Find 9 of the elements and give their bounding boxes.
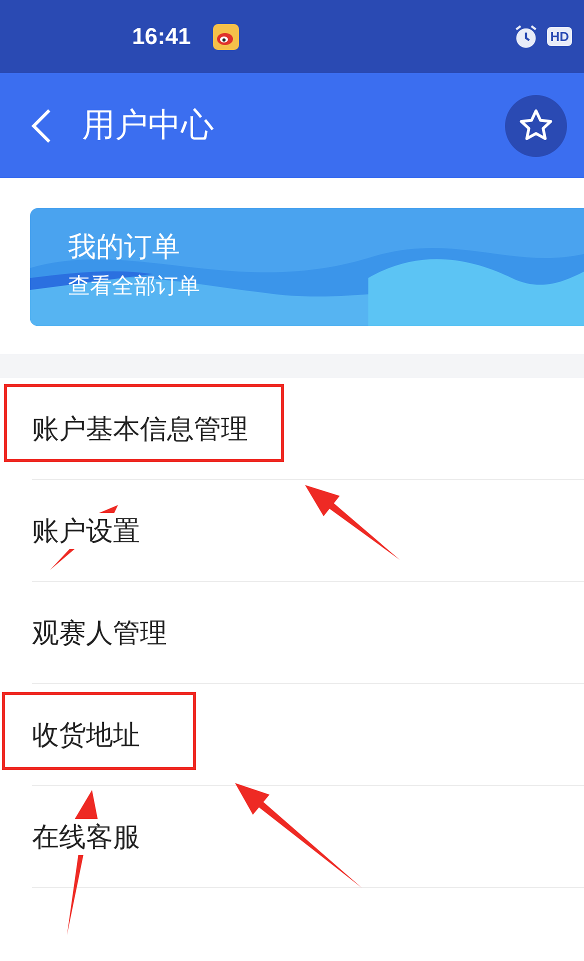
app-notification-icon [212,24,239,50]
status-time: 16:41 [132,23,191,50]
menu-item[interactable]: 账户设置 [32,512,140,548]
card-subtitle: 查看全部订单 [68,273,200,301]
back-icon[interactable] [30,108,52,144]
page-title: 用户中心 [82,104,214,146]
card-title: 我的订单 [68,229,180,265]
hd-badge: HD [547,27,572,46]
menu-item[interactable]: 在线客服 [32,818,140,854]
